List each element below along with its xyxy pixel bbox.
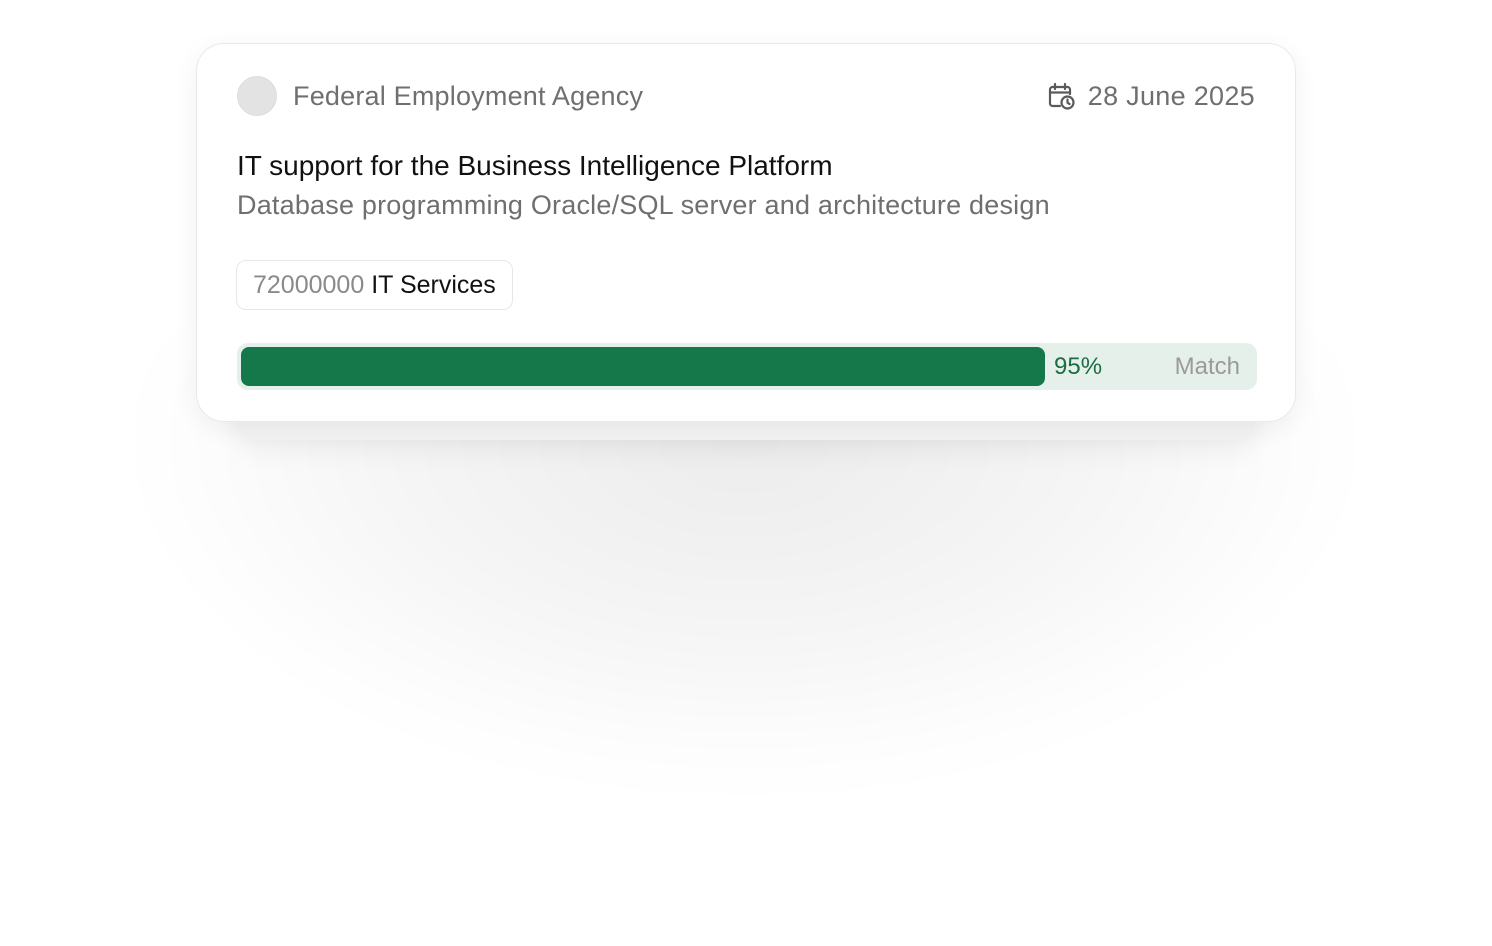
- card-title[interactable]: IT support for the Business Intelligence…: [237, 150, 833, 182]
- agency: Federal Employment Agency: [237, 76, 643, 116]
- category-tag[interactable]: 72000000 IT Services: [236, 260, 513, 310]
- match-bar: 95% Match: [237, 343, 1257, 390]
- calendar-clock-icon: [1046, 81, 1076, 111]
- category-label: IT Services: [371, 270, 496, 299]
- tender-card[interactable]: Federal Employment Agency 28 June 2025 I…: [196, 43, 1296, 422]
- date-text: 28 June 2025: [1087, 80, 1255, 111]
- agency-name: Federal Employment Agency: [293, 80, 644, 111]
- match-bar-fill: [241, 347, 1045, 386]
- card-header: Federal Employment Agency 28 June 2025: [237, 76, 1255, 116]
- match-label: Match: [1174, 353, 1240, 380]
- agency-avatar: [237, 76, 277, 116]
- date: 28 June 2025: [1046, 81, 1255, 112]
- page: Federal Employment Agency 28 June 2025 I…: [0, 0, 1492, 946]
- match-percent: 95%: [1054, 353, 1103, 380]
- category-code: 72000000: [253, 270, 365, 299]
- card-subtitle: Database programming Oracle/SQL server a…: [237, 190, 1050, 220]
